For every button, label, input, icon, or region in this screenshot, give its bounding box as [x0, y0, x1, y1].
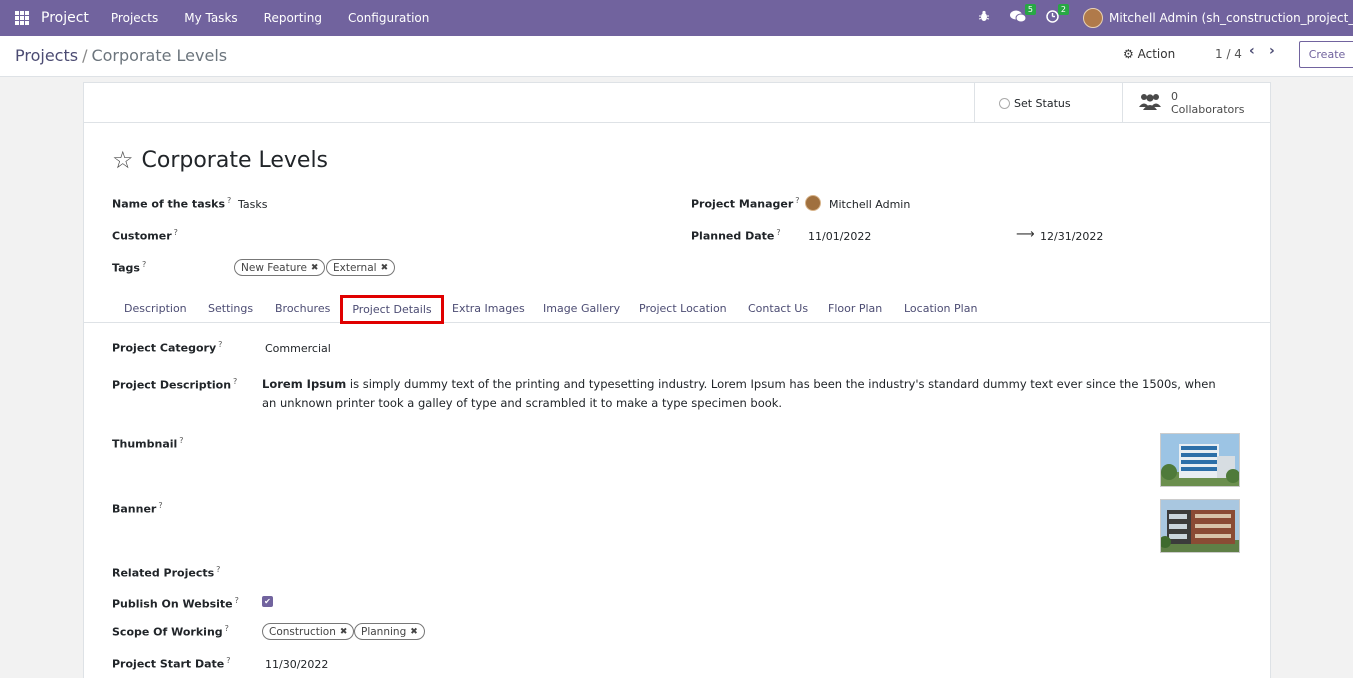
tag-external[interactable]: External ✖ — [326, 259, 396, 276]
help-tooltip-icon: ? — [158, 501, 163, 510]
tab-project-details[interactable]: Project Details — [340, 295, 444, 324]
tab-location-plan[interactable]: Location Plan — [904, 302, 977, 315]
remove-tag-icon[interactable]: ✖ — [311, 263, 319, 273]
project-manager-field[interactable]: Mitchell Admin — [829, 198, 910, 211]
pager-next-chevron-icon[interactable]: › — [1269, 43, 1275, 59]
nav-item-projects[interactable]: Projects — [111, 11, 158, 25]
debug-bug-icon[interactable] — [978, 10, 990, 26]
tags-label: Tags? — [112, 260, 147, 275]
tab-brochures[interactable]: Brochures — [275, 302, 330, 315]
nav-item-configuration[interactable]: Configuration — [348, 11, 429, 25]
pager-previous-chevron-icon[interactable]: ‹ — [1249, 43, 1255, 59]
status-circle-icon — [999, 97, 1010, 109]
planned-date-label: Planned Date? — [691, 228, 781, 243]
project-description-field[interactable]: Lorem Ipsum is simply dummy text of the … — [262, 375, 1232, 413]
banner-label: Banner? — [112, 501, 163, 516]
activities-badge: 2 — [1057, 3, 1069, 15]
help-tooltip-icon: ? — [216, 565, 221, 574]
tab-image-gallery[interactable]: Image Gallery — [543, 302, 620, 315]
action-label: Action — [1137, 47, 1176, 61]
remove-tag-icon[interactable]: ✖ — [410, 627, 418, 637]
messages-badge: 5 — [1024, 3, 1036, 15]
tab-description[interactable]: Description — [124, 302, 187, 315]
manager-avatar — [805, 195, 821, 211]
tab-extra-images[interactable]: Extra Images — [452, 302, 525, 315]
banner-image[interactable] — [1160, 499, 1240, 553]
help-tooltip-icon: ? — [234, 596, 239, 605]
project-start-date-label: Project Start Date? — [112, 656, 231, 671]
breadcrumb-current: Corporate Levels — [91, 46, 228, 65]
collaborators-count: 0 — [1171, 90, 1178, 103]
user-avatar[interactable] — [1083, 8, 1103, 28]
gear-icon: ⚙ — [1123, 47, 1134, 61]
thumbnail-image[interactable] — [1160, 433, 1240, 487]
publish-on-website-checkbox[interactable]: ✔ — [262, 596, 273, 607]
help-tooltip-icon: ? — [227, 196, 232, 205]
scope-of-working-label: Scope Of Working? — [112, 624, 229, 639]
tag-construction[interactable]: Construction ✖ — [262, 623, 355, 640]
project-category-field[interactable]: Commercial — [265, 342, 331, 355]
pager-value[interactable]: 1 / 4 — [1215, 47, 1242, 61]
action-button[interactable]: ⚙ Action — [1123, 47, 1175, 61]
top-navbar: Project Projects My Tasks Reporting Conf… — [0, 0, 1353, 36]
breadcrumb: Projects / Corporate Levels — [15, 46, 227, 65]
user-menu[interactable]: Mitchell Admin (sh_construction_project_… — [1109, 11, 1353, 25]
breadcrumb-separator: / — [82, 46, 88, 65]
collaborators-button[interactable]: 0 Collaborators — [1122, 83, 1270, 123]
description-bold-text: Lorem Ipsum — [262, 377, 347, 391]
app-brand[interactable]: Project — [41, 10, 89, 26]
publish-on-website-label: Publish On Website? — [112, 596, 239, 611]
help-tooltip-icon: ? — [776, 228, 781, 237]
messages-icon[interactable]: 5 — [1010, 3, 1036, 27]
thumbnail-label: Thumbnail? — [112, 436, 184, 451]
help-tooltip-icon: ? — [224, 624, 229, 633]
title-row: ☆ Corporate Levels — [112, 146, 328, 174]
tab-project-location[interactable]: Project Location — [639, 302, 727, 315]
project-manager-label: Project Manager? — [691, 196, 800, 211]
tab-settings[interactable]: Settings — [208, 302, 253, 315]
button-box: Set Status 0 Collaborators — [84, 83, 1270, 123]
project-title[interactable]: Corporate Levels — [142, 148, 329, 173]
planned-end-date-field[interactable]: 12/31/2022 — [1040, 230, 1103, 243]
tab-contact-us[interactable]: Contact Us — [748, 302, 808, 315]
set-status-label: Set Status — [1014, 96, 1071, 110]
help-tooltip-icon: ? — [179, 436, 184, 445]
apps-menu-icon[interactable] — [15, 11, 29, 25]
project-description-label: Project Description? — [112, 377, 238, 392]
nav-item-reporting[interactable]: Reporting — [264, 11, 322, 25]
activities-clock-icon[interactable]: 2 — [1046, 3, 1069, 27]
tab-floor-plan[interactable]: Floor Plan — [828, 302, 882, 315]
tag-planning[interactable]: Planning ✖ — [354, 623, 425, 640]
breadcrumb-projects-link[interactable]: Projects — [15, 46, 78, 65]
customer-label: Customer? — [112, 228, 178, 243]
collaborators-label: Collaborators — [1171, 103, 1245, 116]
create-button[interactable]: Create — [1299, 41, 1353, 68]
help-tooltip-icon: ? — [795, 196, 800, 205]
favorite-star-icon[interactable]: ☆ — [112, 146, 134, 174]
tag-new-feature[interactable]: New Feature ✖ — [234, 259, 326, 276]
arrow-right-icon: ⟶ — [1016, 227, 1035, 242]
help-tooltip-icon: ? — [218, 340, 223, 349]
project-start-date-field[interactable]: 11/30/2022 — [265, 658, 328, 671]
help-tooltip-icon: ? — [233, 377, 238, 386]
name-of-tasks-label: Name of the tasks? — [112, 196, 232, 211]
name-of-tasks-field[interactable]: Tasks — [238, 198, 267, 211]
project-category-label: Project Category? — [112, 340, 223, 355]
notebook-tabs: Description Settings Brochures Project D… — [84, 295, 1270, 324]
description-text: is simply dummy text of the printing and… — [262, 377, 1216, 410]
form-sheet: Set Status 0 Collaborators ☆ Corporate L… — [83, 82, 1271, 678]
remove-tag-icon[interactable]: ✖ — [381, 263, 389, 273]
planned-start-date-field[interactable]: 11/01/2022 — [808, 230, 871, 243]
remove-tag-icon[interactable]: ✖ — [340, 627, 348, 637]
help-tooltip-icon: ? — [173, 228, 178, 237]
help-tooltip-icon: ? — [141, 260, 147, 269]
set-status-button[interactable]: Set Status — [974, 83, 1122, 123]
related-projects-label: Related Projects? — [112, 565, 221, 580]
control-panel: Projects / Corporate Levels ⚙ Action 1 / 4… — [0, 36, 1353, 77]
nav-item-my-tasks[interactable]: My Tasks — [184, 11, 237, 25]
users-group-icon — [1139, 92, 1161, 115]
help-tooltip-icon: ? — [226, 656, 231, 665]
